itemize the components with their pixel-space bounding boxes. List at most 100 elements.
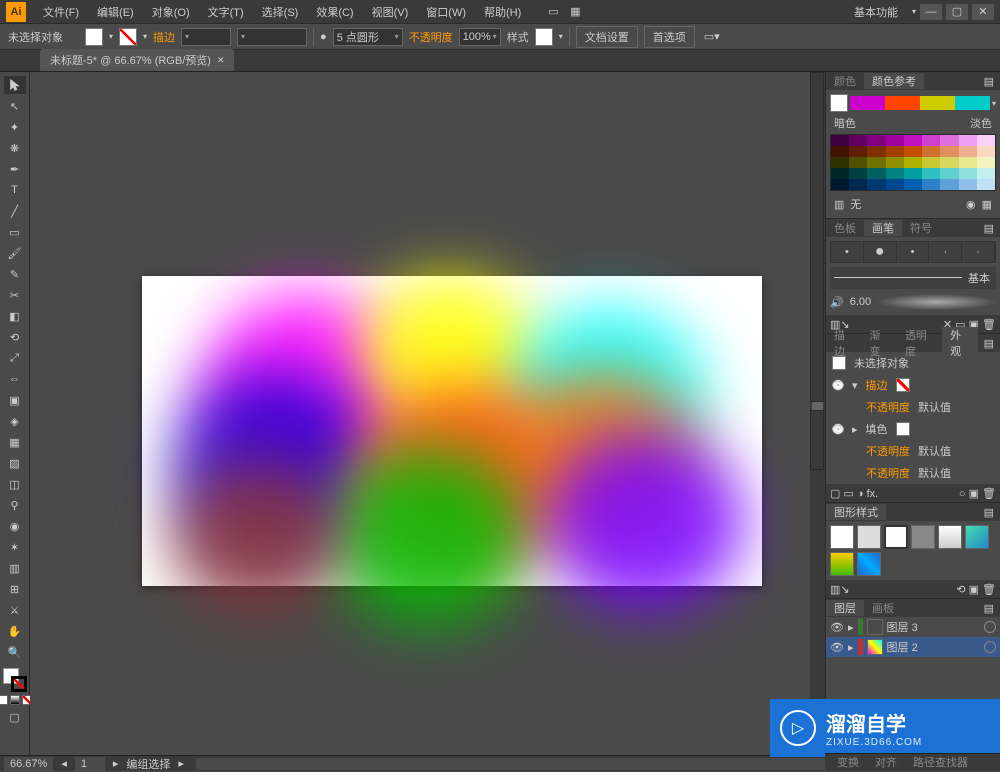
- menu-file[interactable]: 文件(F): [34, 4, 88, 20]
- brush-tip-row[interactable]: •●•··: [830, 241, 996, 263]
- paintbrush-tool[interactable]: 🖌: [4, 244, 26, 262]
- width-tool[interactable]: ⇔: [4, 370, 26, 388]
- visibility-icon[interactable]: 👁: [832, 379, 844, 391]
- preferences-button[interactable]: 首选项: [644, 26, 695, 48]
- magic-wand-tool[interactable]: ✦: [4, 118, 26, 136]
- lasso-tool[interactable]: ❋: [4, 139, 26, 157]
- pencil-tool[interactable]: ✎: [4, 265, 26, 283]
- line-tool[interactable]: ╱: [4, 202, 26, 220]
- appear-stroke-opacity-label[interactable]: 不透明度: [866, 399, 910, 415]
- zoom-tool[interactable]: 🔍: [4, 643, 26, 661]
- menubar-icon-1[interactable]: ▭: [542, 3, 564, 21]
- collapsed-dock-strip[interactable]: [810, 72, 824, 402]
- menu-object[interactable]: 对象(O): [143, 4, 199, 20]
- pen-tool[interactable]: ✒: [4, 160, 26, 178]
- eyedropper-tool[interactable]: ⚲: [4, 496, 26, 514]
- stroke-label[interactable]: 描边: [153, 29, 175, 45]
- direct-selection-tool[interactable]: ↖: [4, 97, 26, 115]
- stroke-color-box[interactable]: [11, 676, 27, 692]
- layer-name[interactable]: 图层 3: [887, 619, 918, 635]
- shape-builder-tool[interactable]: ◈: [4, 412, 26, 430]
- style-thumb[interactable]: [857, 525, 881, 549]
- tab-transform[interactable]: 变换: [829, 754, 867, 771]
- window-maximize-button[interactable]: ▢: [946, 4, 968, 20]
- blob-brush-tool[interactable]: ✂: [4, 286, 26, 304]
- slice-tool[interactable]: ⚔: [4, 601, 26, 619]
- color-panel-menu[interactable]: ▤: [978, 75, 1000, 88]
- menu-help[interactable]: 帮助(H): [475, 4, 530, 20]
- base-color-swatch[interactable]: [830, 94, 848, 112]
- layer-row[interactable]: 👁 ▸ 图层 3: [826, 617, 1000, 637]
- document-setup-button[interactable]: 文档设置: [576, 26, 638, 48]
- brush-def-dropdown[interactable]: [237, 28, 307, 46]
- style-thumb[interactable]: [965, 525, 989, 549]
- layer-target-icon[interactable]: [984, 621, 996, 633]
- appear-foot-icons[interactable]: ▢ ▭ ◑ fx.: [830, 487, 878, 500]
- tab-brushes[interactable]: 画笔: [864, 220, 902, 236]
- appear-fill-label[interactable]: 填色: [866, 421, 888, 437]
- harmony-strip[interactable]: [850, 96, 990, 110]
- layer-name[interactable]: 图层 2: [887, 639, 918, 655]
- tab-color[interactable]: 颜色: [826, 73, 864, 89]
- styles-lib-icon[interactable]: ▥↘: [830, 583, 850, 596]
- style-thumb[interactable]: [938, 525, 962, 549]
- selection-tool[interactable]: [4, 76, 26, 94]
- appear-stroke-label[interactable]: 描边: [866, 377, 888, 393]
- style-thumb[interactable]: [911, 525, 935, 549]
- visibility-icon-2[interactable]: 👁: [832, 423, 844, 435]
- style-swatch[interactable]: [535, 28, 553, 46]
- color-mode-btn[interactable]: [0, 695, 8, 705]
- layer-visibility-icon[interactable]: 👁: [830, 620, 844, 634]
- tab-pathfinder[interactable]: 路径查找器: [905, 754, 976, 771]
- shade-grid[interactable]: [830, 134, 996, 191]
- color-lib-icon[interactable]: ▦: [982, 198, 992, 211]
- hand-tool[interactable]: ✋: [4, 622, 26, 640]
- screen-mode-button[interactable]: ▢: [4, 708, 26, 726]
- gradient-mode-btn[interactable]: [10, 695, 20, 705]
- appear-fill-swatch[interactable]: [896, 422, 910, 436]
- menu-window[interactable]: 窗口(W): [417, 4, 475, 20]
- document-tab[interactable]: 未标题-5* @ 66.67% (RGB/预览) ✕: [40, 49, 234, 71]
- eraser-tool[interactable]: ◧: [4, 307, 26, 325]
- tab-align[interactable]: 对齐: [867, 754, 905, 771]
- rectangle-tool[interactable]: ▭: [4, 223, 26, 241]
- layer-visibility-icon[interactable]: 👁: [830, 640, 844, 654]
- style-thumb[interactable]: [884, 525, 908, 549]
- window-minimize-button[interactable]: —: [920, 4, 942, 20]
- layer-row[interactable]: 👁 ▸ 图层 2: [826, 637, 1000, 657]
- tab-symbols[interactable]: 符号: [902, 220, 940, 236]
- color-wheel-icon[interactable]: ◉: [966, 198, 976, 211]
- menu-view[interactable]: 视图(V): [363, 4, 418, 20]
- artboard-tool[interactable]: ⊞: [4, 580, 26, 598]
- layer-target-icon[interactable]: [984, 641, 996, 653]
- menu-edit[interactable]: 编辑(E): [88, 4, 143, 20]
- window-close-button[interactable]: ✕: [972, 4, 994, 20]
- appear-stroke-swatch[interactable]: [896, 378, 910, 392]
- opacity-label[interactable]: 不透明度: [409, 29, 453, 45]
- stroke-weight-dropdown[interactable]: [181, 28, 231, 46]
- style-thumb[interactable]: [830, 552, 854, 576]
- type-tool[interactable]: T: [4, 181, 26, 199]
- appear-foot-icons-right[interactable]: ○ ▣ 🗑: [959, 487, 996, 500]
- layers-panel-menu[interactable]: ▤: [978, 602, 1000, 615]
- styles-panel-menu[interactable]: ▤: [978, 506, 1000, 519]
- collapsed-dock-strip-2[interactable]: [810, 410, 824, 470]
- ctrl-extra-icon[interactable]: ▭▾: [701, 28, 723, 46]
- column-graph-tool[interactable]: ▥: [4, 559, 26, 577]
- opacity-dropdown[interactable]: 100%: [459, 28, 501, 46]
- brush-basic-preview[interactable]: 基本: [830, 267, 996, 289]
- tab-swatches[interactable]: 色板: [826, 220, 864, 236]
- gradient-tool[interactable]: ◫: [4, 475, 26, 493]
- menu-effect[interactable]: 效果(C): [307, 4, 362, 20]
- appear-fill-opacity-label[interactable]: 不透明度: [866, 443, 910, 459]
- menu-select[interactable]: 选择(S): [253, 4, 308, 20]
- mesh-tool[interactable]: ▨: [4, 454, 26, 472]
- tab-color-guide[interactable]: 颜色参考: [864, 73, 924, 89]
- perspective-tool[interactable]: ▦: [4, 433, 26, 451]
- document-tab-close[interactable]: ✕: [217, 55, 225, 66]
- appear-opacity-label[interactable]: 不透明度: [866, 465, 910, 481]
- canvas-area[interactable]: [30, 72, 825, 757]
- blend-tool[interactable]: ◉: [4, 517, 26, 535]
- scale-tool[interactable]: ⤢: [4, 349, 26, 367]
- tab-graphic-styles[interactable]: 图形样式: [826, 504, 886, 520]
